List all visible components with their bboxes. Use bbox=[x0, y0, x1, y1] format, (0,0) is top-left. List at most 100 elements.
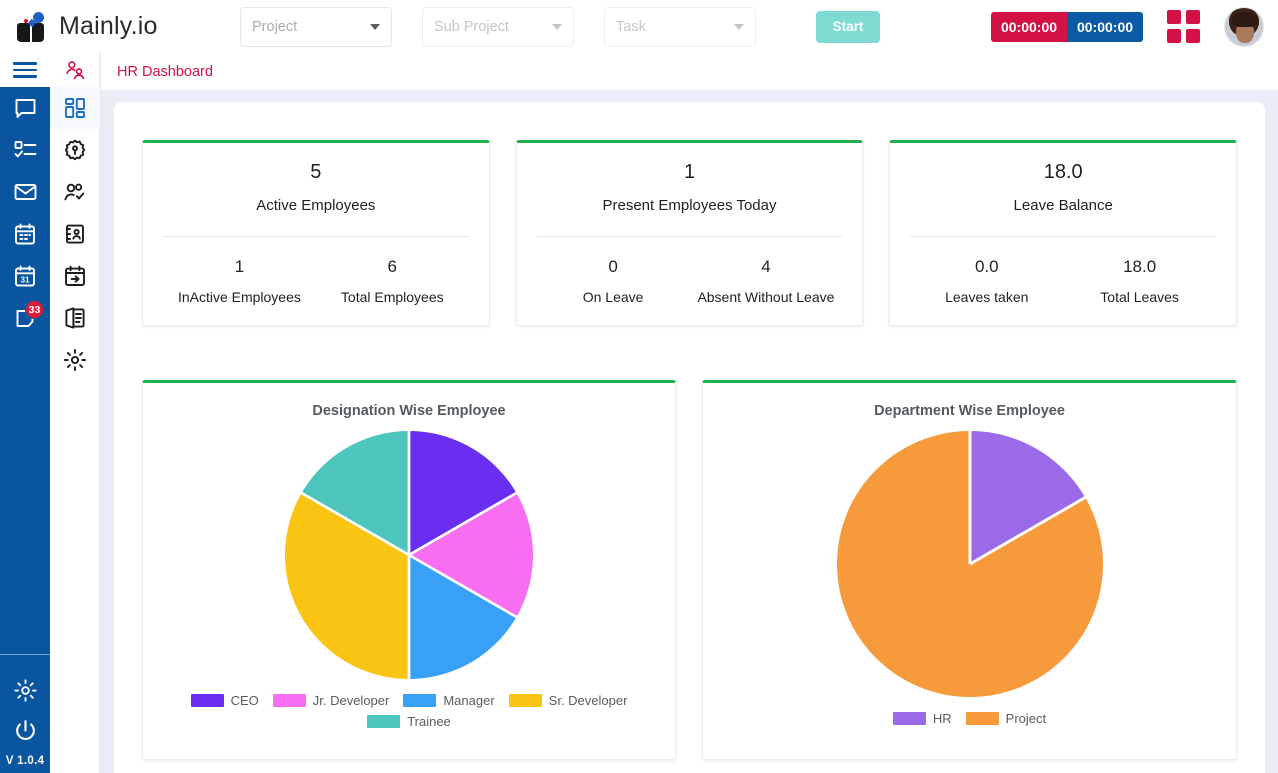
sub-label: Total Employees bbox=[340, 289, 444, 305]
book-pin-logo bbox=[16, 11, 50, 42]
legend-swatch bbox=[403, 694, 437, 707]
sidebar-item-chat[interactable] bbox=[4, 93, 46, 123]
legend-item[interactable]: Trainee bbox=[367, 714, 451, 729]
dashboard-panel: 5 Active Employees 1 InActive Employees … bbox=[114, 102, 1265, 773]
department-pie-card: Department Wise Employee HR Project bbox=[702, 380, 1237, 760]
card-main-label: Active Employees bbox=[256, 197, 376, 214]
legend-swatch bbox=[367, 715, 401, 728]
legend-item[interactable]: Jr. Developer bbox=[272, 693, 390, 708]
card-main-value: 1 bbox=[683, 161, 696, 183]
card-main-label: Leave Balance bbox=[1013, 197, 1113, 214]
sidebar-item-notes[interactable]: 33 bbox=[4, 300, 46, 333]
chevron-down-icon bbox=[370, 23, 380, 30]
legend-item[interactable]: HR bbox=[892, 711, 952, 726]
department-pie-legend: HR Project bbox=[703, 711, 1236, 726]
top-bar: Mainly.io Project Sub Project Task Start… bbox=[0, 0, 1278, 53]
legend-item[interactable]: Manager bbox=[403, 693, 495, 708]
divider bbox=[910, 236, 1217, 237]
legend-swatch bbox=[965, 712, 999, 725]
sub-project-select-label: Sub Project bbox=[434, 18, 509, 35]
legend-label: Trainee bbox=[407, 714, 451, 729]
hr-people-icon[interactable] bbox=[50, 53, 100, 87]
designation-pie-legend: CEO Jr. Developer Manager Sr. Developer Trai… bbox=[143, 693, 675, 729]
sub-label: Leaves taken bbox=[945, 289, 1029, 305]
chart-row: Designation Wise Employee CEO Jr. Develop… bbox=[142, 380, 1237, 760]
secondary-sidebar bbox=[49, 53, 100, 773]
legend-label: Sr. Developer bbox=[548, 693, 628, 708]
app-version: V 1.0.4 bbox=[5, 755, 45, 767]
avatar[interactable] bbox=[1224, 6, 1264, 47]
legend-item[interactable]: Project bbox=[965, 711, 1046, 726]
brand[interactable]: Mainly.io bbox=[0, 11, 240, 42]
nav-policies[interactable] bbox=[50, 297, 100, 339]
sidebar-item-calendar[interactable] bbox=[4, 219, 46, 249]
legend-item[interactable]: CEO bbox=[190, 693, 259, 708]
legend-swatch bbox=[190, 694, 224, 707]
notes-badge: 33 bbox=[25, 300, 44, 319]
grid-apps-icon[interactable] bbox=[1167, 10, 1200, 43]
timer-red[interactable]: 00:00:00 bbox=[991, 11, 1067, 42]
legend-swatch bbox=[892, 712, 926, 725]
nav-profiles[interactable] bbox=[50, 213, 100, 255]
legend-swatch bbox=[508, 694, 542, 707]
breadcrumb-bar: HR Dashboard bbox=[101, 53, 1278, 90]
selector-group: Project Sub Project Task Start bbox=[240, 6, 880, 47]
project-select[interactable]: Project bbox=[240, 6, 392, 47]
divider bbox=[536, 236, 843, 237]
sub-value: 6 bbox=[387, 257, 397, 276]
sub-value: 18.0 bbox=[1123, 257, 1157, 276]
brand-name: Mainly.io bbox=[59, 12, 158, 40]
primary-sidebar-items: 31 33 bbox=[4, 93, 46, 333]
sidebar-logout[interactable] bbox=[4, 715, 46, 745]
nav-organization[interactable] bbox=[50, 129, 100, 171]
sub-project-select[interactable]: Sub Project bbox=[422, 6, 574, 47]
sidebar-item-tasks[interactable] bbox=[4, 135, 46, 165]
legend-label: Jr. Developer bbox=[312, 693, 390, 708]
primary-sidebar: 31 33 V 1.0.4 bbox=[0, 53, 50, 773]
legend-item[interactable]: Sr. Developer bbox=[508, 693, 628, 708]
designation-pie-chart bbox=[285, 431, 533, 679]
nav-employees[interactable] bbox=[50, 171, 100, 213]
stat-card-row: 5 Active Employees 1 InActive Employees … bbox=[142, 140, 1238, 326]
hamburger-menu-icon[interactable] bbox=[0, 53, 50, 87]
leave-balance-card: 18.0 Leave Balance 0.0 Leaves taken 18.0… bbox=[889, 140, 1238, 326]
sidebar-item-calendar-date[interactable]: 31 bbox=[4, 261, 46, 291]
sidebar-settings[interactable] bbox=[4, 675, 46, 705]
chevron-down-icon bbox=[734, 23, 744, 30]
start-button[interactable]: Start bbox=[816, 10, 880, 43]
sidebar-item-mail[interactable] bbox=[4, 177, 46, 207]
legend-label: CEO bbox=[230, 693, 259, 708]
card-main-value: 5 bbox=[310, 161, 322, 183]
active-employees-card: 5 Active Employees 1 InActive Employees … bbox=[142, 140, 490, 326]
primary-sidebar-bottom: V 1.0.4 bbox=[0, 654, 50, 773]
sub-label: On Leave bbox=[582, 289, 644, 305]
divider bbox=[163, 236, 469, 237]
sub-value: 0 bbox=[608, 257, 618, 276]
legend-label: Manager bbox=[443, 693, 495, 708]
top-bar-right: 00:00:00 00:00:00 bbox=[991, 6, 1278, 47]
card-main-label: Present Employees Today bbox=[602, 197, 777, 214]
nav-settings[interactable] bbox=[50, 339, 100, 381]
sub-label: InActive Employees bbox=[177, 289, 301, 305]
timer-blue[interactable]: 00:00:00 bbox=[1067, 11, 1143, 42]
card-sub-metric: 6 Total Employees bbox=[316, 257, 469, 305]
main-content: 5 Active Employees 1 InActive Employees … bbox=[101, 90, 1278, 773]
chevron-down-icon bbox=[552, 23, 562, 30]
legend-label: HR bbox=[932, 711, 952, 726]
svg-text:31: 31 bbox=[20, 275, 30, 284]
sub-label: Absent Without Leave bbox=[697, 289, 835, 305]
sub-value: 1 bbox=[234, 257, 245, 276]
sub-label: Total Leaves bbox=[1100, 289, 1179, 305]
project-select-label: Project bbox=[252, 18, 298, 35]
card-sub-metric: 0.0 Leaves taken bbox=[910, 257, 1063, 305]
legend-swatch bbox=[272, 694, 306, 707]
sub-value: 4 bbox=[761, 257, 771, 276]
department-pie-chart bbox=[836, 431, 1103, 697]
sub-value: 0.0 bbox=[974, 257, 999, 276]
nav-leaves[interactable] bbox=[50, 255, 100, 297]
nav-dashboard[interactable] bbox=[49, 87, 100, 129]
card-sub-metric: 18.0 Total Leaves bbox=[1063, 257, 1216, 305]
divider bbox=[0, 654, 50, 655]
task-select[interactable]: Task bbox=[604, 6, 756, 47]
page-title: HR Dashboard bbox=[117, 63, 213, 80]
